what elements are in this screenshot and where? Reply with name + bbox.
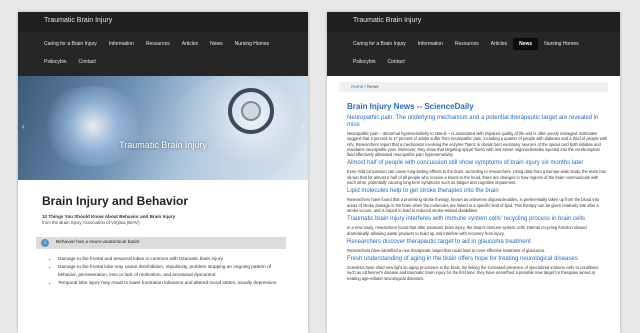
news-headline-link[interactable]: Lipid molecules help to get stroke thera… <box>347 188 608 195</box>
left-page-panel: Traumatic Brain Injury Caring for a Brai… <box>18 12 308 333</box>
nav-information[interactable]: Information <box>103 38 140 50</box>
list-item: Temporal lobe injury may result to lower… <box>58 279 288 287</box>
list-item: Almost half of people with concussion st… <box>347 160 608 185</box>
article-title: Brain Injury and Behavior <box>42 194 189 208</box>
stethoscope-chestpiece-icon <box>241 101 261 121</box>
nav-psilocybin[interactable]: Psilocybin <box>38 56 73 68</box>
news-summary: Neuropathic pain -- abnormal hypersensit… <box>347 131 608 158</box>
list-item: Traumatic brain injury interferes with i… <box>347 216 608 236</box>
news-headline-link[interactable]: Almost half of people with concussion st… <box>347 160 608 167</box>
list-item: Lipid molecules help to get stroke thera… <box>347 188 608 213</box>
news-headline-link[interactable]: Fresh understanding of aging in the brai… <box>347 256 608 263</box>
news-summary: In a new study, researchers found that a… <box>347 225 587 236</box>
breadcrumb-home[interactable]: Home <box>351 84 363 89</box>
nav-resources[interactable]: Resources <box>449 38 485 50</box>
site-title-bar: Traumatic Brain Injury <box>327 12 620 32</box>
main-nav: Caring for a Brain Injury Information Re… <box>18 32 308 76</box>
list-item: Researchers discover therapeutic target … <box>347 239 608 253</box>
main-nav: Caring for a Brain Injury Information Re… <box>327 32 620 76</box>
list-item: Damage to the frontal lobe may cause dis… <box>58 263 288 279</box>
news-summary: Scientists have shed new light on aging … <box>347 265 599 281</box>
news-summary: Even mild concussion can cause long-last… <box>347 169 606 186</box>
article-source: from the Brain Injury Association of Vir… <box>42 220 140 225</box>
site-title[interactable]: Traumatic Brain Injury <box>353 17 421 24</box>
nav-contact[interactable]: Contact <box>382 56 411 68</box>
news-headline-link[interactable]: Neuropathic pain: The underlying mechani… <box>347 115 608 129</box>
nav-news-active[interactable]: News <box>513 38 539 50</box>
list-item: Neuropathic pain: The underlying mechani… <box>347 115 608 157</box>
news-summary: Researchers have found that a promising … <box>347 197 600 213</box>
brain-glow-image <box>38 86 148 166</box>
nav-caring[interactable]: Caring for a Brain Injury <box>347 38 412 50</box>
article-subtitle: 10 Things You Should Know About Behavior… <box>42 214 176 219</box>
list-item: Damage to the frontal and temporal lobes… <box>58 255 288 263</box>
nav-nursing-homes[interactable]: Nursing Homes <box>229 38 275 50</box>
feed-title[interactable]: Brain Injury News -- ScienceDaily <box>327 92 620 111</box>
nav-information[interactable]: Information <box>412 38 449 50</box>
behavior-bullet-list: Damage to the frontal and temporal lobes… <box>18 249 308 287</box>
right-page-panel: Traumatic Brain Injury Caring for a Brai… <box>327 12 620 333</box>
news-summary: Researchers have identified a new therap… <box>347 247 545 253</box>
carousel-next-icon[interactable]: › <box>301 122 304 131</box>
hero-banner: ‹ › Traumatic Brain Injury <box>18 76 308 180</box>
news-feed: Neuropathic pain: The underlying mechani… <box>327 111 620 281</box>
info-icon: i <box>41 239 49 247</box>
breadcrumb-current: News <box>367 84 379 89</box>
hero-caption: Traumatic Brain Injury <box>119 140 207 150</box>
nav-caring[interactable]: Caring for a Brain Injury <box>38 38 103 50</box>
news-headline-link[interactable]: Researchers discover therapeutic target … <box>347 239 608 246</box>
callout-box: i Behavior has a neuro-anatomical basis: <box>36 237 286 249</box>
breadcrumb: Home / News <box>339 82 608 92</box>
nav-nursing-homes[interactable]: Nursing Homes <box>538 38 584 50</box>
nav-psilocybin[interactable]: Psilocybin <box>347 56 382 68</box>
list-item: Fresh understanding of aging in the brai… <box>347 256 608 281</box>
news-headline-link[interactable]: Traumatic brain injury interferes with i… <box>347 216 608 223</box>
nav-articles[interactable]: Articles <box>176 38 204 50</box>
nav-resources[interactable]: Resources <box>140 38 176 50</box>
site-title[interactable]: Traumatic Brain Injury <box>44 17 112 24</box>
carousel-prev-icon[interactable]: ‹ <box>22 122 25 131</box>
nav-news[interactable]: News <box>204 38 229 50</box>
callout-text: Behavior has a neuro-anatomical basis: <box>56 240 141 245</box>
nav-articles[interactable]: Articles <box>485 38 513 50</box>
site-title-bar: Traumatic Brain Injury <box>18 12 308 32</box>
nav-contact[interactable]: Contact <box>73 56 102 68</box>
